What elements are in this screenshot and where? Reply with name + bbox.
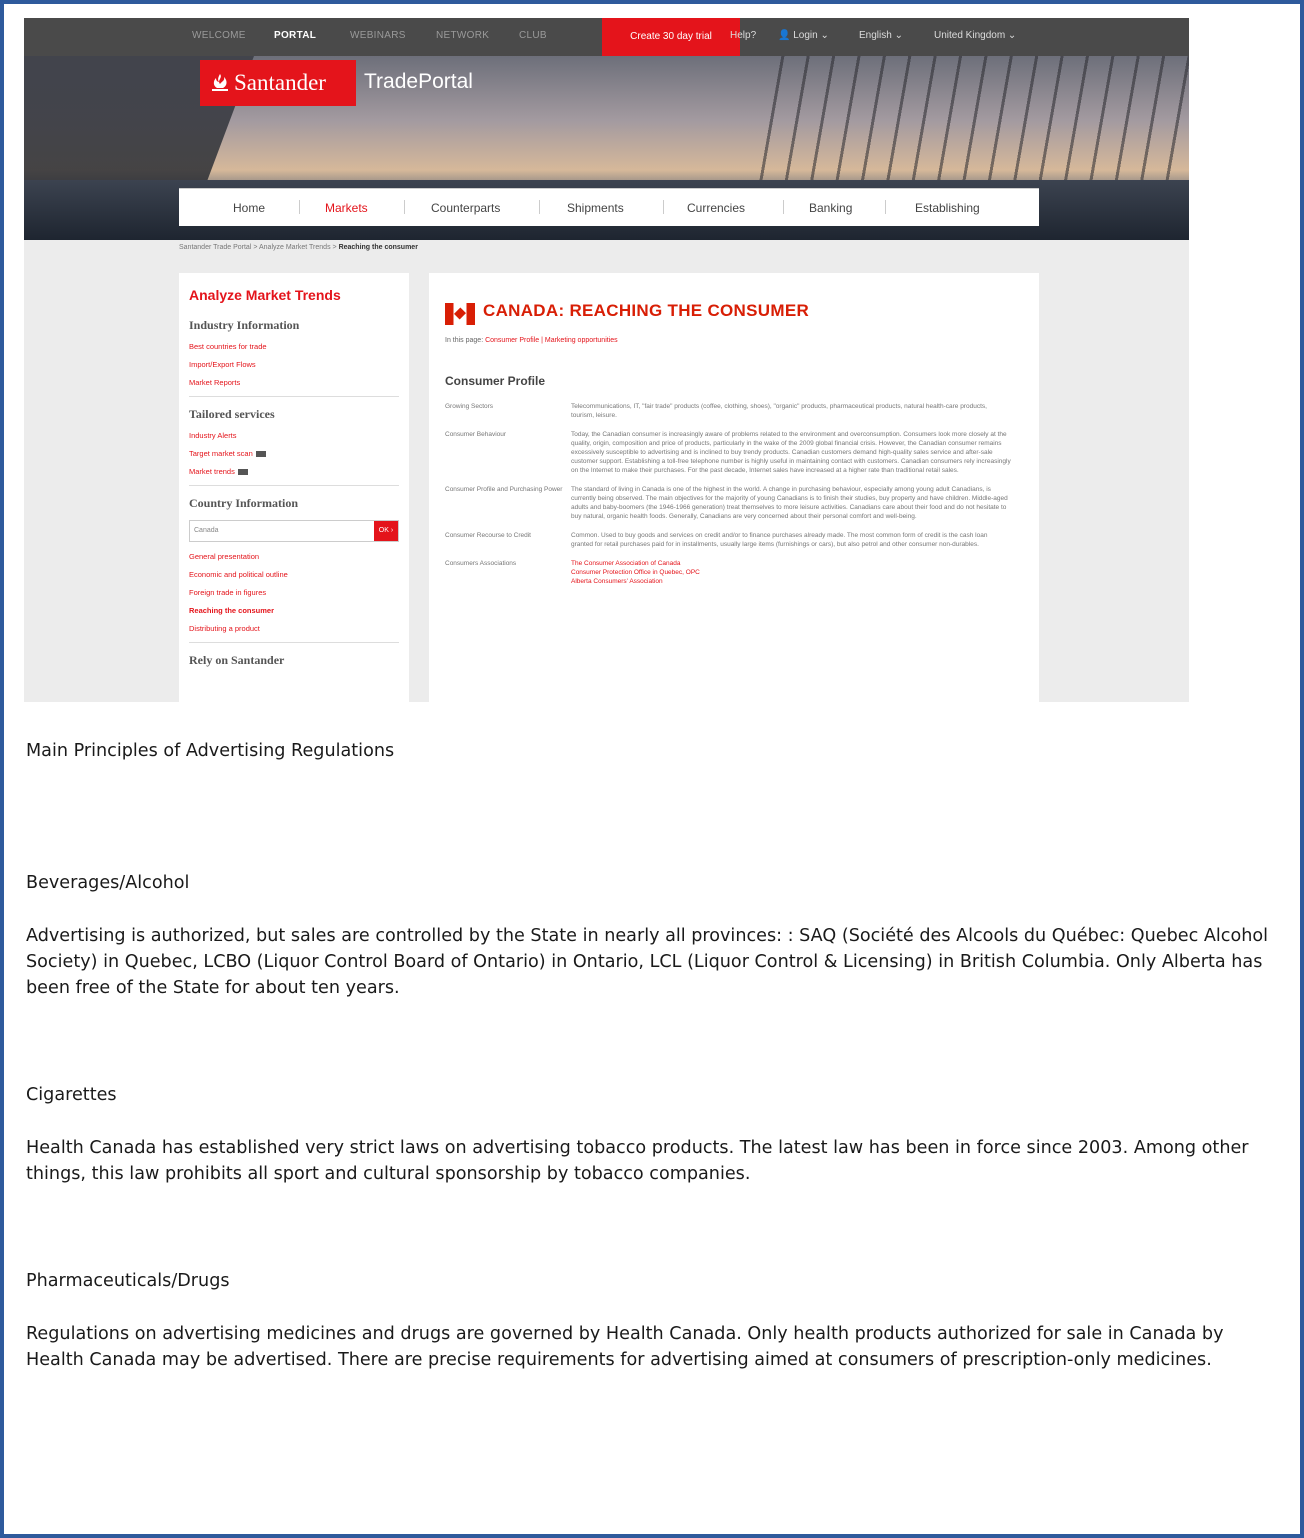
login-label: Login bbox=[793, 30, 818, 41]
profile-row: Consumer Recourse to Credit Common. Used… bbox=[445, 531, 1025, 549]
tab-welcome[interactable]: WELCOME bbox=[192, 30, 246, 41]
profile-label: Consumer Recourse to Credit bbox=[445, 532, 531, 539]
nav-separator bbox=[663, 200, 664, 214]
sidebar-link[interactable]: Best countries for trade bbox=[189, 342, 399, 351]
sidebar: Analyze Market Trends Industry Informati… bbox=[179, 273, 409, 702]
profile-value: The standard of living in Canada is one … bbox=[571, 486, 1008, 520]
section-title-pharma: Pharmaceuticals/Drugs bbox=[26, 1271, 230, 1291]
nav-separator bbox=[404, 200, 405, 214]
sidebar-heading-rely: Rely on Santander bbox=[189, 653, 285, 667]
sidebar-heading-industry: Industry Information bbox=[189, 318, 300, 332]
tab-portal[interactable]: PORTAL bbox=[274, 30, 316, 41]
in-page-anchor-links[interactable]: Consumer Profile | Marketing opportuniti… bbox=[485, 337, 618, 344]
canada-flag-icon bbox=[445, 303, 475, 325]
sidebar-heading-country: Country Information bbox=[189, 496, 299, 510]
profile-value: Today, the Canadian consumer is increasi… bbox=[571, 431, 1011, 474]
page-title-row: CANADA: REACHING THE CONSUMER bbox=[445, 301, 1025, 329]
profile-label: Growing Sectors bbox=[445, 403, 494, 410]
sidebar-link[interactable]: Target market scan bbox=[189, 449, 399, 458]
sidebar-link-label: Market trends bbox=[189, 467, 235, 476]
document-frame: WELCOME PORTAL WEBINARS NETWORK CLUB Cre… bbox=[0, 0, 1304, 1538]
divider bbox=[189, 485, 399, 486]
section-text-cigarettes: Health Canada has established very stric… bbox=[26, 1138, 1249, 1184]
sidebar-link[interactable]: Market Reports bbox=[189, 378, 399, 387]
profile-value: Common. Used to buy goods and services o… bbox=[571, 532, 988, 548]
sidebar-link[interactable]: Distributing a product bbox=[189, 624, 399, 633]
sidebar-link[interactable]: General presentation bbox=[189, 552, 399, 561]
main-content: CANADA: REACHING THE CONSUMER In this pa… bbox=[429, 273, 1039, 702]
brand-name: Santander bbox=[234, 70, 326, 95]
breadcrumb-item-home[interactable]: Santander Trade Portal > bbox=[179, 244, 257, 251]
profile-row: Consumers Associations The Consumer Asso… bbox=[445, 559, 1025, 586]
nav-home[interactable]: Home bbox=[233, 201, 265, 215]
top-bar: WELCOME PORTAL WEBINARS NETWORK CLUB Cre… bbox=[24, 18, 1189, 56]
profile-label: Consumer Behaviour bbox=[445, 431, 507, 438]
profile-value: Telecommunications, IT, "fair trade" pro… bbox=[571, 403, 987, 419]
section-title-beverages: Beverages/Alcohol bbox=[26, 873, 190, 893]
profile-label: Consumers Associations bbox=[445, 560, 517, 567]
section-title-cigarettes: Cigarettes bbox=[26, 1085, 117, 1105]
page-title: CANADA: REACHING THE CONSUMER bbox=[483, 301, 810, 320]
language-label: English bbox=[859, 30, 892, 41]
nav-separator bbox=[539, 200, 540, 214]
breadcrumb: Santander Trade Portal > Analyze Market … bbox=[179, 244, 418, 251]
breadcrumb-current: Reaching the consumer bbox=[338, 244, 418, 251]
breadcrumb-item-trends[interactable]: Analyze Market Trends > bbox=[259, 244, 337, 251]
santander-logo[interactable]: Santander bbox=[200, 60, 356, 106]
sidebar-title: Analyze Market Trends bbox=[189, 287, 341, 303]
premium-icon bbox=[237, 469, 248, 476]
nav-shipments[interactable]: Shipments bbox=[567, 201, 624, 215]
country-search-field[interactable]: Canada OK › bbox=[189, 520, 399, 542]
profile-label: Consumer Profile and Purchasing Power bbox=[445, 486, 563, 493]
flame-icon bbox=[212, 74, 228, 91]
product-name: TradePortal bbox=[364, 70, 473, 93]
nav-separator bbox=[783, 200, 784, 214]
user-icon: 👤 bbox=[778, 30, 794, 41]
sidebar-link[interactable]: Market trends bbox=[189, 467, 399, 476]
profile-row: Growing Sectors Telecommunications, IT, … bbox=[445, 402, 1025, 420]
section-heading: Consumer Profile bbox=[445, 374, 546, 388]
sidebar-link[interactable]: Import/Export Flows bbox=[189, 360, 399, 369]
nav-counterparts[interactable]: Counterparts bbox=[431, 201, 500, 215]
nav-markets[interactable]: Markets bbox=[325, 201, 368, 215]
sidebar-link[interactable]: Economic and political outline bbox=[189, 570, 399, 579]
help-link[interactable]: Help? bbox=[730, 30, 756, 41]
divider bbox=[189, 642, 399, 643]
sidebar-heading-tailored: Tailored services bbox=[189, 407, 275, 421]
sidebar-link-label: Target market scan bbox=[189, 449, 253, 458]
login-link[interactable]: 👤 Login ⌄ bbox=[778, 30, 829, 41]
nav-establishing[interactable]: Establishing bbox=[915, 201, 980, 215]
language-select[interactable]: English ⌄ bbox=[859, 30, 903, 41]
document-heading: Main Principles of Advertising Regulatio… bbox=[26, 741, 395, 761]
section-text-beverages: Advertising is authorized, but sales are… bbox=[26, 926, 1269, 998]
in-page-links: In this page: Consumer Profile | Marketi… bbox=[445, 337, 1025, 344]
nav-currencies[interactable]: Currencies bbox=[687, 201, 745, 215]
section-text-pharma: Regulations on advertising medicines and… bbox=[26, 1324, 1224, 1370]
nav-separator bbox=[299, 200, 300, 214]
sidebar-link-active[interactable]: Reaching the consumer bbox=[189, 606, 399, 615]
main-nav: Home Markets Counterparts Shipments Curr… bbox=[179, 188, 1039, 226]
premium-icon bbox=[255, 451, 266, 458]
tab-webinars[interactable]: WEBINARS bbox=[350, 30, 406, 41]
tab-club[interactable]: CLUB bbox=[519, 30, 547, 41]
ok-button[interactable]: OK › bbox=[374, 521, 398, 541]
consumer-association-links[interactable]: The Consumer Association of Canada Consu… bbox=[571, 559, 1011, 586]
nav-banking[interactable]: Banking bbox=[809, 201, 852, 215]
profile-row: Consumer Profile and Purchasing Power Th… bbox=[445, 485, 1025, 521]
country-search-value: Canada bbox=[194, 527, 219, 534]
divider bbox=[189, 396, 399, 397]
nav-separator bbox=[885, 200, 886, 214]
in-page-prefix: In this page: bbox=[445, 337, 484, 344]
tab-network[interactable]: NETWORK bbox=[436, 30, 489, 41]
sidebar-link[interactable]: Foreign trade in figures bbox=[189, 588, 399, 597]
create-trial-button[interactable]: Create 30 day trial bbox=[602, 18, 740, 56]
country-label: United Kingdom bbox=[934, 30, 1006, 41]
profile-row: Consumer Behaviour Today, the Canadian c… bbox=[445, 430, 1025, 475]
website-screenshot: WELCOME PORTAL WEBINARS NETWORK CLUB Cre… bbox=[24, 18, 1189, 702]
country-select[interactable]: United Kingdom ⌄ bbox=[934, 30, 1016, 41]
sidebar-link[interactable]: Industry Alerts bbox=[189, 431, 399, 440]
